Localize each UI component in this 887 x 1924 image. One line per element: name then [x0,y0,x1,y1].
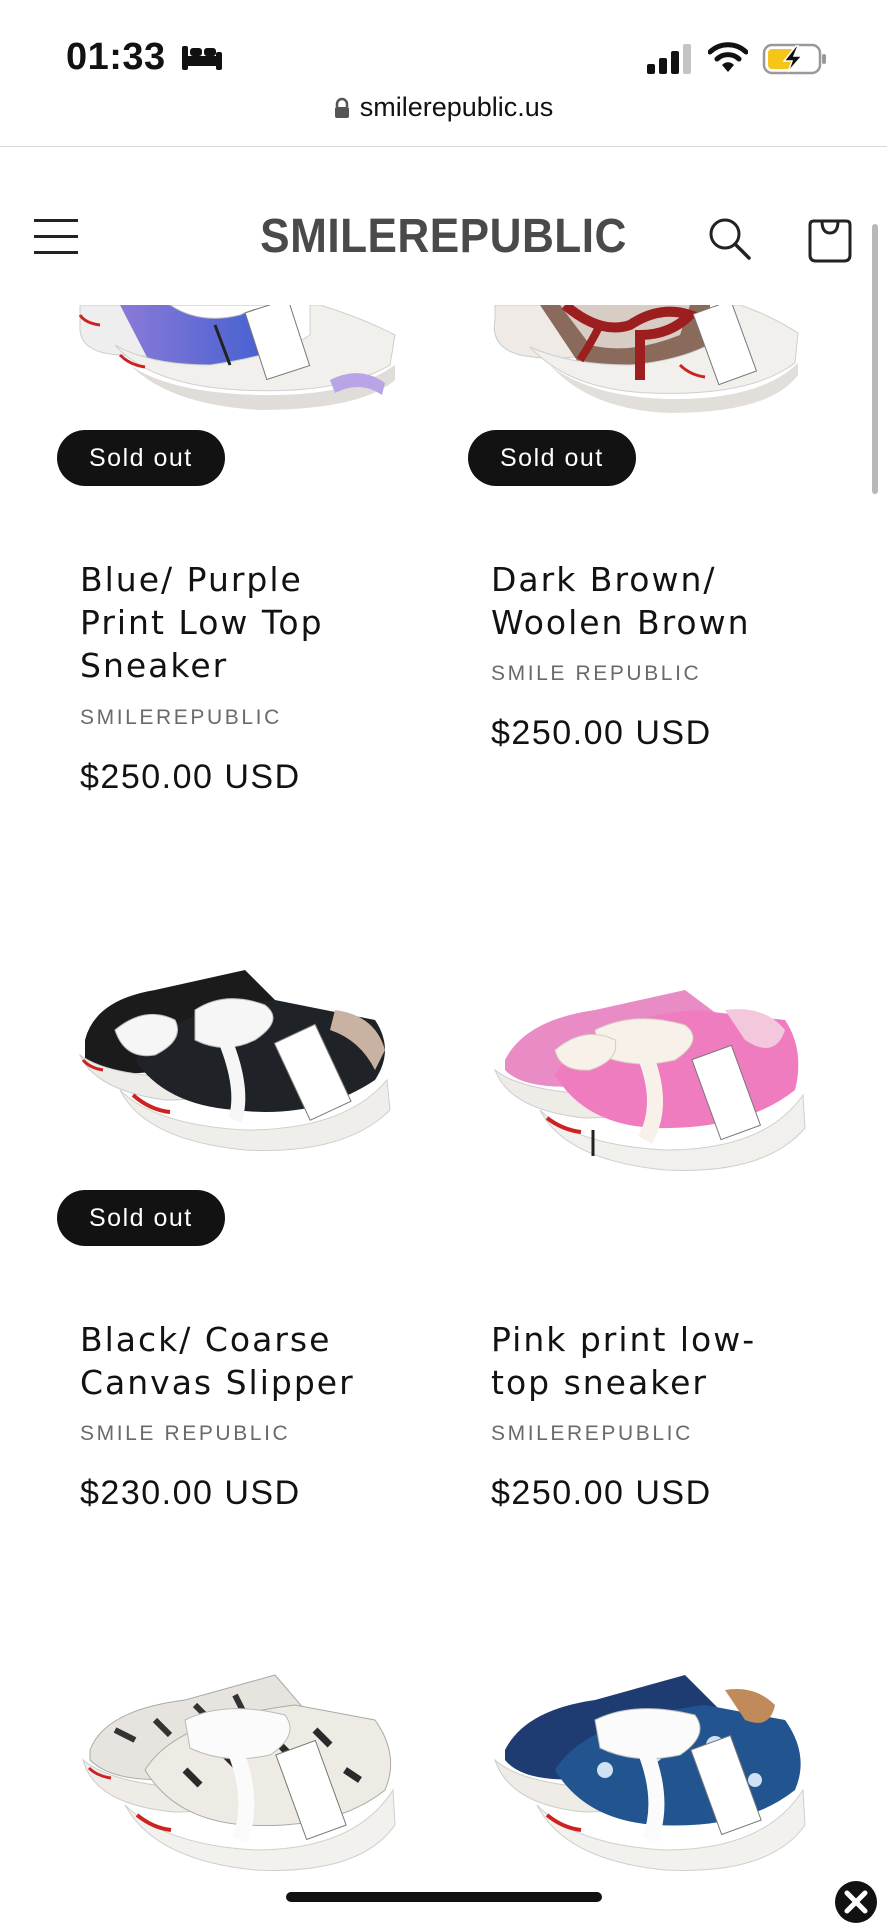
product-title[interactable]: Black/ Coarse Canvas Slipper [80,1318,380,1404]
product-image[interactable] [75,960,405,1160]
product-vendor: SMILE REPUBLIC [491,662,702,685]
status-bar: 01:33 [0,0,887,95]
product-title[interactable]: Blue/ Purple Print Low Top Sneaker [80,558,380,687]
url-text: smilerepublic.us [359,92,554,122]
product-title[interactable]: Pink print low- top sneaker [491,1318,791,1404]
title-line: Black/ Coarse [80,1320,332,1359]
product-price: $230.00 USD [80,1474,301,1512]
product-vendor: SMILEREPUBLIC [491,1422,693,1445]
cart-icon[interactable] [806,215,854,263]
product-image[interactable] [60,305,420,425]
title-line: Woolen Brown [491,603,751,642]
lock-icon [334,97,349,118]
product-image[interactable] [480,305,810,425]
signal-icon [647,44,691,74]
product-image[interactable] [485,1660,815,1900]
battery-charging-icon [762,43,826,75]
title-line: Sneaker [80,646,229,685]
sold-out-badge: Sold out [57,1190,225,1246]
status-time: 01:33 [66,36,166,78]
product-vendor: SMILEREPUBLIC [80,706,282,729]
sold-out-badge: Sold out [468,430,636,486]
sold-out-badge: Sold out [57,430,225,486]
product-price: $250.00 USD [491,1474,712,1512]
product-title[interactable]: Dark Brown/ Woolen Brown [491,558,791,644]
site-header: SMILEREPUBLIC [0,147,887,305]
close-icon[interactable] [834,1880,878,1924]
sleep-icon [182,46,222,70]
title-line: Canvas Slipper [80,1363,355,1402]
title-line: top sneaker [491,1363,709,1402]
wifi-icon [708,42,748,72]
title-line: Dark Brown/ [491,560,717,599]
search-icon[interactable] [706,215,752,261]
product-image[interactable] [75,1660,405,1900]
title-line: Pink print low- [491,1320,757,1359]
product-vendor: SMILE REPUBLIC [80,1422,291,1445]
home-indicator [286,1892,602,1902]
scrollbar-thumb[interactable] [872,224,878,494]
product-price: $250.00 USD [491,714,712,752]
product-price: $250.00 USD [80,758,301,796]
product-image[interactable] [485,970,815,1180]
title-line: Print Low Top [80,603,324,642]
title-line: Blue/ Purple [80,560,303,599]
address-bar[interactable]: smilerepublic.us [0,92,887,132]
